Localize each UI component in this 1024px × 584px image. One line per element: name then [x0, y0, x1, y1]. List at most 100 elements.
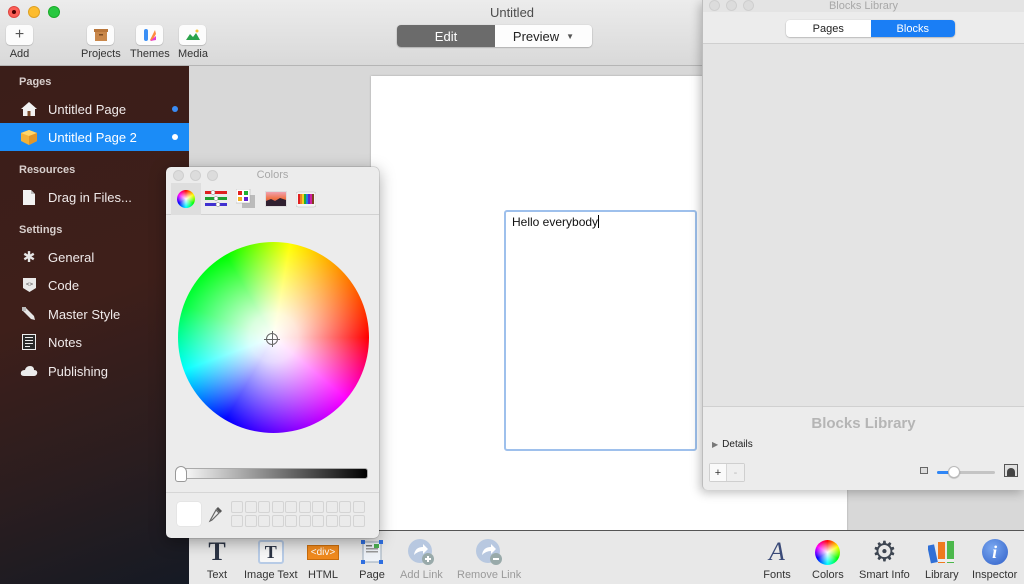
swatch-slot[interactable]: [271, 514, 284, 527]
html-label: HTML: [308, 569, 338, 581]
sliders-icon: [205, 190, 227, 207]
swatch-slot[interactable]: [339, 514, 351, 527]
color-wheel-icon: [177, 190, 195, 208]
sidebar-item-drag-in-files[interactable]: Drag in Files...: [0, 183, 189, 211]
brightness-slider-knob[interactable]: [175, 466, 187, 482]
colors-button[interactable]: Colors: [812, 537, 844, 581]
projects-label: Projects: [81, 48, 121, 60]
themes-label: Themes: [130, 48, 170, 60]
swatch-slot[interactable]: [231, 501, 243, 513]
blocks-panel-title: Blocks Library: [828, 0, 899, 12]
code-icon: <>: [19, 275, 39, 295]
tab-color-wheel[interactable]: [171, 183, 201, 215]
cloud-icon: [19, 361, 39, 381]
insert-page-button[interactable]: Page: [357, 537, 387, 581]
add-link-button[interactable]: Add Link: [400, 537, 443, 581]
smart-info-button[interactable]: ⚙ Smart Info: [859, 536, 910, 582]
sidebar-item-master-style[interactable]: Master Style: [0, 300, 189, 328]
insert-image-text-button[interactable]: T Image Text: [244, 537, 298, 581]
tab-blocks[interactable]: Blocks: [870, 20, 955, 37]
insert-html-button[interactable]: <div> HTML: [306, 537, 340, 581]
sidebar-item-notes[interactable]: Notes: [0, 328, 189, 356]
add-button[interactable]: + Add: [6, 25, 33, 60]
swatch-slot[interactable]: [258, 501, 270, 513]
sidebar-item-label: Untitled Page 2: [48, 129, 137, 145]
remove-link-label: Remove Link: [457, 569, 522, 581]
edit-mode-button[interactable]: Edit: [397, 25, 495, 47]
blocks-library-panel: Blocks Library Pages Blocks Blocks Libra…: [702, 0, 1024, 490]
details-disclosure[interactable]: ▶ Details: [712, 439, 753, 450]
fonts-button[interactable]: A Fonts: [762, 537, 792, 581]
tab-color-palettes[interactable]: [231, 183, 261, 215]
gear-icon: ⚙: [871, 536, 897, 567]
remove-block-button[interactable]: -: [727, 464, 744, 481]
swatch-slot[interactable]: [258, 514, 270, 527]
tab-blocks-label: Blocks: [896, 22, 929, 35]
plus-icon: +: [6, 25, 33, 45]
swatch-slot[interactable]: [352, 501, 365, 513]
tab-pages[interactable]: Pages: [786, 20, 871, 37]
preview-mode-label: Preview: [512, 28, 560, 44]
sidebar-item-general[interactable]: ✱ General: [0, 243, 189, 271]
swatch-slot[interactable]: [271, 501, 284, 513]
swatch-slot[interactable]: [244, 501, 257, 513]
custom-swatches-grid[interactable]: [231, 501, 365, 527]
swatch-slot[interactable]: [325, 501, 338, 513]
thumbnail-size-slider[interactable]: [937, 471, 995, 474]
add-block-button[interactable]: +: [710, 464, 727, 481]
add-label: Add: [9, 48, 30, 60]
sidebar-item-untitled-page[interactable]: Untitled Page: [0, 95, 189, 123]
swatch-slot[interactable]: [312, 514, 324, 527]
swatch-slot[interactable]: [298, 514, 311, 527]
remove-link-icon: [474, 537, 504, 567]
gear-icon: ✱: [22, 249, 36, 266]
pencils-icon: [296, 191, 316, 208]
brightness-slider[interactable]: [178, 468, 368, 479]
swatch-slot[interactable]: [298, 501, 311, 513]
swatch-slot[interactable]: [244, 514, 257, 527]
projects-button[interactable]: Projects: [81, 25, 121, 60]
tab-pencils[interactable]: [291, 183, 321, 215]
tab-color-sliders[interactable]: [201, 183, 231, 215]
smart-info-label: Smart Info: [859, 569, 910, 581]
sidebar-item-label: Notes: [48, 334, 82, 350]
thumbnail-size-slider-knob[interactable]: [948, 466, 961, 478]
pages-section-heading: Pages: [19, 76, 52, 88]
add-link-icon: [406, 537, 436, 567]
text-block[interactable]: Hello everybody: [504, 210, 697, 451]
crosshair-icon[interactable]: [264, 331, 280, 347]
media-button[interactable]: Media: [178, 25, 208, 60]
large-thumbnail-icon: [1004, 464, 1018, 477]
sidebar-item-publishing[interactable]: Publishing: [0, 357, 189, 385]
library-button[interactable]: Library: [925, 537, 959, 581]
blocks-list[interactable]: [703, 45, 1024, 406]
swatch-slot[interactable]: [285, 514, 297, 527]
file-icon: [19, 187, 39, 207]
swatch-slot[interactable]: [285, 501, 297, 513]
details-label: Details: [722, 439, 753, 450]
text-block-content[interactable]: Hello everybody: [512, 215, 598, 229]
svg-text:<>: <>: [25, 281, 33, 288]
eyedropper-icon[interactable]: [208, 505, 224, 527]
colors-panel-tabs: [166, 183, 379, 215]
blocks-footer-title: Blocks Library: [811, 415, 916, 432]
fonts-label: Fonts: [763, 569, 791, 581]
preview-mode-button[interactable]: Preview ▼: [495, 25, 592, 47]
info-icon: i: [980, 537, 1010, 567]
tab-image-palettes[interactable]: [261, 183, 291, 215]
swatch-slot[interactable]: [352, 514, 365, 527]
themes-button[interactable]: Themes: [130, 25, 170, 60]
swatch-slot[interactable]: [325, 514, 338, 527]
sidebar-item-code[interactable]: <> Code: [0, 271, 189, 299]
library-label: Library: [925, 569, 959, 581]
sidebar-item-untitled-page-2[interactable]: Untitled Page 2: [0, 123, 189, 151]
inspector-button[interactable]: i Inspector: [972, 537, 1017, 581]
swatch-slot[interactable]: [312, 501, 324, 513]
swatch-slot[interactable]: [339, 501, 351, 513]
remove-link-button[interactable]: Remove Link: [457, 537, 521, 581]
current-color-swatch[interactable]: [177, 502, 201, 526]
swatch-slot[interactable]: [231, 514, 243, 527]
disclosure-triangle-icon: ▶: [712, 440, 719, 449]
insert-text-button[interactable]: T Text: [202, 537, 232, 581]
image-text-label: Image Text: [244, 569, 298, 581]
